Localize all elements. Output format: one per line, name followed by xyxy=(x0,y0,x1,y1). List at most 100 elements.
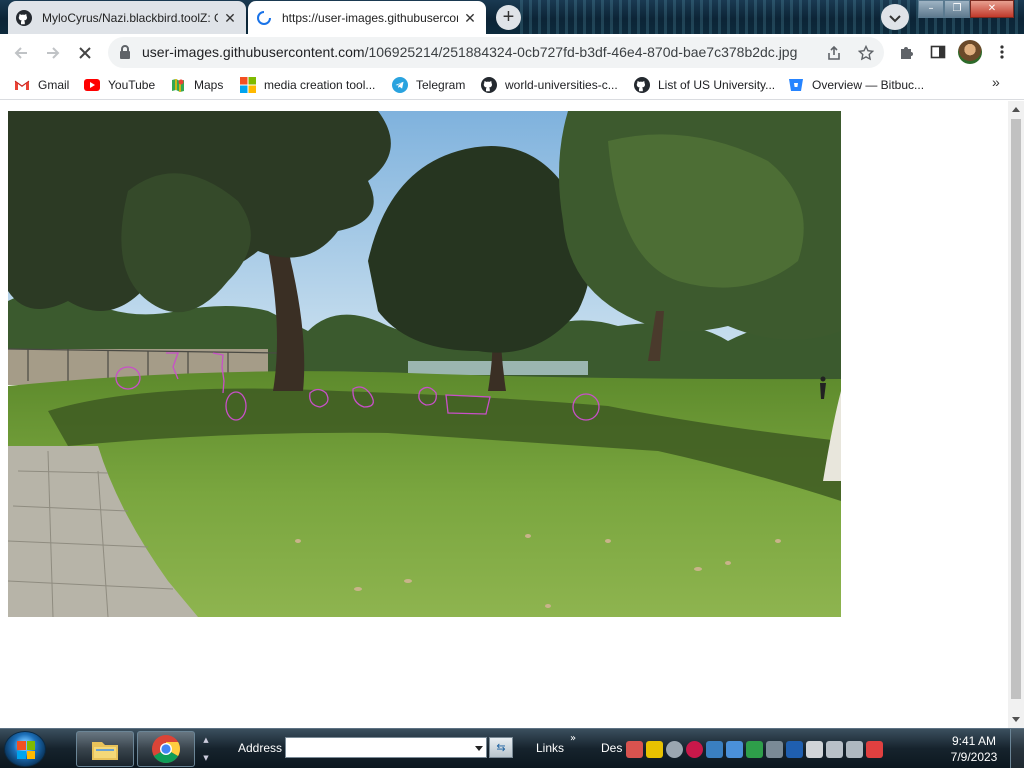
system-tray xyxy=(626,739,883,759)
bookmark-label: Maps xyxy=(194,78,224,92)
bookmark-world-universities[interactable]: world-universities-c... xyxy=(481,74,618,96)
url-host: user-images.githubusercontent.com xyxy=(142,44,365,60)
address-toolbar-label: Address xyxy=(238,741,283,755)
star-icon[interactable] xyxy=(856,43,876,63)
tab-title: https://user-images.githubuserconten xyxy=(282,10,458,25)
browser-window: MyloCyrus/Nazi.blackbird.toolZ: Gith ✕ h… xyxy=(0,0,1024,768)
side-panel-icon[interactable] xyxy=(926,40,950,64)
minimize-button[interactable]: – xyxy=(918,0,944,18)
park-photo-image xyxy=(8,111,841,617)
window-close-button[interactable]: ✕ xyxy=(970,0,1014,18)
tray-app-icon[interactable] xyxy=(726,740,743,758)
network-signal-icon[interactable] xyxy=(846,740,863,758)
bookmark-label: Overview — Bitbuc... xyxy=(812,78,925,92)
stop-loading-button[interactable] xyxy=(72,40,98,66)
bookmark-label: Telegram xyxy=(416,78,466,92)
start-button[interactable] xyxy=(4,731,46,767)
forward-arrow-icon xyxy=(47,47,60,59)
tray-app-icon[interactable] xyxy=(626,740,643,758)
scroll-down-arrow-icon[interactable] xyxy=(1012,717,1020,722)
tab-title: MyloCyrus/Nazi.blackbird.toolZ: Gith xyxy=(42,10,218,25)
window-controls: – ❐ ✕ xyxy=(918,0,1014,18)
taskbar-clock[interactable]: 9:41 AM 7/9/2023 xyxy=(944,733,1004,765)
back-arrow-icon xyxy=(14,47,27,59)
bookmark-maps[interactable]: Maps xyxy=(170,74,223,96)
restore-button[interactable]: ❐ xyxy=(944,0,970,18)
park-photo xyxy=(8,111,841,617)
gmail-icon xyxy=(14,77,30,93)
telegram-icon xyxy=(392,77,408,93)
github-icon xyxy=(481,77,497,93)
show-desktop-button[interactable] xyxy=(1010,729,1024,768)
bookmark-gmail[interactable]: Gmail xyxy=(14,74,69,96)
maps-icon xyxy=(170,77,186,93)
tab-strip: MyloCyrus/Nazi.blackbird.toolZ: Gith ✕ h… xyxy=(0,0,1024,34)
tray-device-icon[interactable] xyxy=(806,740,823,758)
tray-at-icon[interactable] xyxy=(666,740,683,758)
bookmarks-overflow-button[interactable]: » xyxy=(992,74,1000,90)
bookmark-label: media creation tool... xyxy=(264,78,376,92)
vertical-scrollbar[interactable] xyxy=(1008,101,1024,728)
bookmarks-bar: Gmail YouTube Maps media creation tool..… xyxy=(0,70,1024,100)
windows-taskbar: ▲ ▼ Address ⇆ Links » Des 9:41 AM 7/9/20… xyxy=(0,728,1024,768)
menu-icon[interactable] xyxy=(990,40,1014,64)
bookmark-us-universities[interactable]: List of US University... xyxy=(634,74,775,96)
close-icon[interactable]: ✕ xyxy=(222,10,238,26)
tab-search-button[interactable] xyxy=(881,4,909,30)
links-toolbar-label[interactable]: Links xyxy=(536,741,564,755)
page-content xyxy=(0,101,1008,728)
windows-logo-icon xyxy=(17,741,35,759)
microsoft-icon xyxy=(240,77,256,93)
forward-button[interactable] xyxy=(40,40,66,66)
tray-app-icon[interactable] xyxy=(766,740,783,758)
tray-app-icon[interactable] xyxy=(686,740,703,758)
taskbar-explorer-button[interactable] xyxy=(76,731,134,767)
action-center-flag-icon[interactable] xyxy=(866,740,883,758)
extensions-icon[interactable] xyxy=(894,40,918,64)
tab-github[interactable]: MyloCyrus/Nazi.blackbird.toolZ: Gith ✕ xyxy=(8,1,246,34)
bookmark-label: Gmail xyxy=(38,78,70,92)
bookmark-label: YouTube xyxy=(108,78,156,92)
tray-app-icon[interactable] xyxy=(706,740,723,758)
scrollbar-thumb[interactable] xyxy=(1011,119,1021,699)
chevron-down-icon xyxy=(889,8,901,27)
share-icon[interactable] xyxy=(824,43,844,63)
scroll-up-arrow-icon[interactable] xyxy=(1012,107,1020,112)
youtube-icon xyxy=(84,77,100,93)
bookmark-label: List of US University... xyxy=(658,78,776,92)
avatar[interactable] xyxy=(958,40,982,64)
bluetooth-icon[interactable] xyxy=(786,740,803,758)
bitbucket-icon xyxy=(788,77,804,93)
url-path: /106925214/251884324-0cb727fd-b3df-46e4-… xyxy=(364,44,798,60)
dropdown-arrow-icon[interactable] xyxy=(475,746,483,751)
taskbar-scroll-arrows[interactable]: ▲ ▼ xyxy=(200,731,212,767)
bookmark-telegram[interactable]: Telegram xyxy=(392,74,465,96)
close-icon xyxy=(79,47,91,59)
clock-date: 7/9/2023 xyxy=(950,750,998,764)
lock-icon xyxy=(118,44,132,64)
folder-icon xyxy=(92,742,118,760)
bookmark-media-creation-tool[interactable]: media creation tool... xyxy=(240,74,375,96)
tray-shield-icon[interactable] xyxy=(746,740,763,758)
chrome-icon xyxy=(152,735,180,763)
address-bar[interactable]: user-images.githubusercontent.com/106925… xyxy=(108,37,884,68)
tray-app-icon[interactable] xyxy=(646,740,663,758)
taskbar-address-go-button[interactable]: ⇆ xyxy=(489,737,513,758)
back-button[interactable] xyxy=(8,40,34,66)
taskbar-chrome-button[interactable] xyxy=(137,731,195,767)
loading-spinner-icon xyxy=(256,10,272,26)
bookmark-bitbucket[interactable]: Overview — Bitbuc... xyxy=(788,74,924,96)
desktop-toolbar-label[interactable]: Des xyxy=(601,741,622,755)
github-icon xyxy=(634,77,650,93)
links-overflow-button[interactable]: » xyxy=(570,733,576,744)
bookmark-youtube[interactable]: YouTube xyxy=(84,74,155,96)
url-text: user-images.githubusercontent.com/106925… xyxy=(142,37,797,68)
browser-toolbar: user-images.githubusercontent.com/106925… xyxy=(0,34,1024,70)
github-icon xyxy=(16,9,32,26)
close-icon[interactable]: ✕ xyxy=(462,10,478,26)
volume-icon[interactable] xyxy=(826,740,843,758)
clock-time: 9:41 AM xyxy=(951,734,997,748)
new-tab-button[interactable]: + xyxy=(496,5,521,30)
taskbar-address-input[interactable] xyxy=(285,737,487,758)
tab-image[interactable]: https://user-images.githubuserconten ✕ xyxy=(248,1,486,34)
